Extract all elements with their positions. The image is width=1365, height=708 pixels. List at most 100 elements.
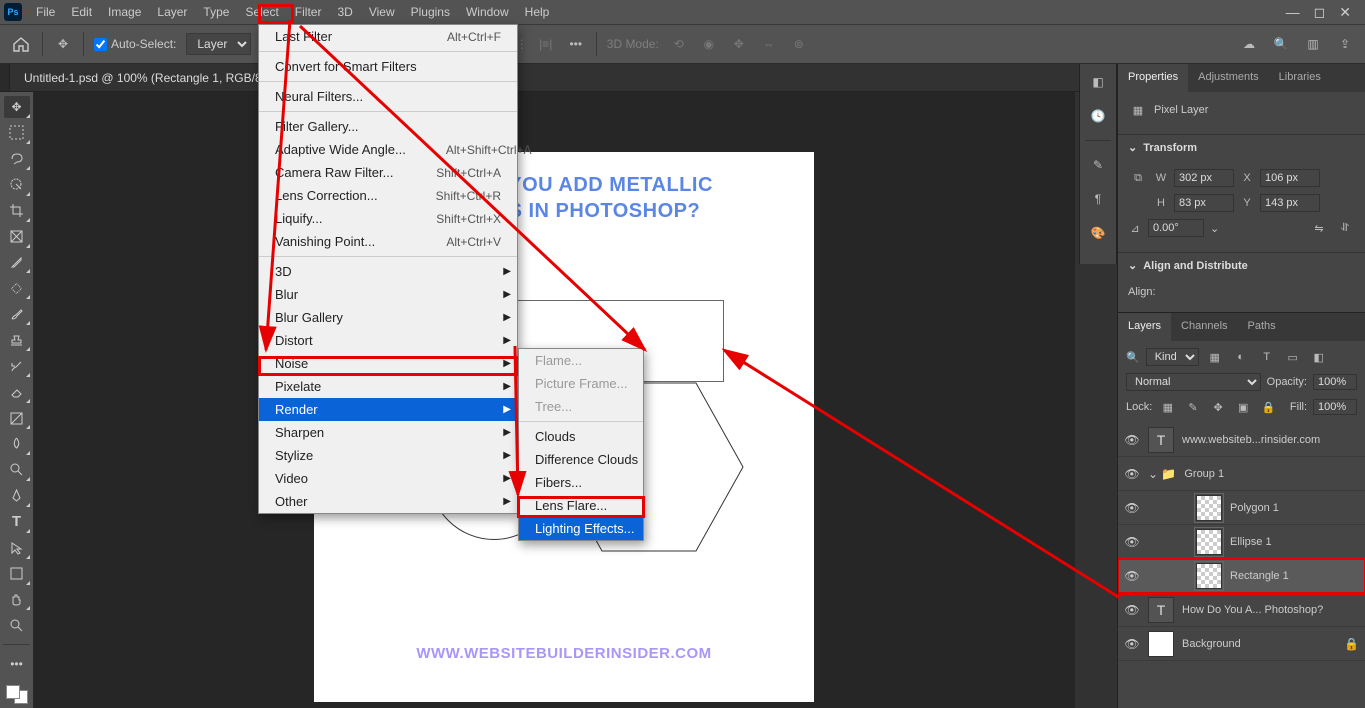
visibility-icon[interactable]: 👁 xyxy=(1124,501,1140,515)
filter-last[interactable]: Last FilterAlt+Ctrl+F xyxy=(259,25,517,48)
filter-adaptive-wide-angle-[interactable]: Adaptive Wide Angle...Alt+Shift+Ctrl+A xyxy=(259,138,517,161)
filter-blur-gallery[interactable]: Blur Gallery▶ xyxy=(259,306,517,329)
lock-paint-icon[interactable]: ✎ xyxy=(1183,397,1202,417)
dodge-tool[interactable] xyxy=(4,459,30,481)
layer-row[interactable]: 👁Polygon 1 xyxy=(1118,491,1365,525)
x-input[interactable] xyxy=(1260,169,1320,187)
crop-tool[interactable] xyxy=(4,200,30,222)
tab-libraries[interactable]: Libraries xyxy=(1269,64,1331,92)
share-icon[interactable]: ⇪ xyxy=(1335,34,1355,54)
filter-camera-raw-filter-[interactable]: Camera Raw Filter...Shift+Ctrl+A xyxy=(259,161,517,184)
color-swatch[interactable] xyxy=(6,685,28,704)
auto-select-checkbox[interactable]: Auto-Select: xyxy=(94,37,176,51)
menu-edit[interactable]: Edit xyxy=(63,1,100,23)
color-panel-icon[interactable]: ◧ xyxy=(1088,72,1108,92)
filter-vanishing-point-[interactable]: Vanishing Point...Alt+Ctrl+V xyxy=(259,230,517,253)
filter-filter-gallery-[interactable]: Filter Gallery... xyxy=(259,115,517,138)
tab-paths[interactable]: Paths xyxy=(1238,313,1286,341)
maximize-icon[interactable]: ◻ xyxy=(1314,4,1326,21)
blur-tool[interactable] xyxy=(4,433,30,455)
filter-adj-icon[interactable]: ◐ xyxy=(1231,347,1251,367)
align-section[interactable]: ⌄Align and Distribute xyxy=(1118,252,1365,278)
menu-image[interactable]: Image xyxy=(100,1,149,23)
tab-adjustments[interactable]: Adjustments xyxy=(1188,64,1269,92)
filter-pixel-icon[interactable]: ▦ xyxy=(1205,347,1225,367)
brush-tool[interactable] xyxy=(4,303,30,325)
y-input[interactable] xyxy=(1260,194,1320,212)
character-panel-icon[interactable]: ¶ xyxy=(1088,189,1108,209)
stamp-tool[interactable] xyxy=(4,329,30,351)
type-tool[interactable]: T xyxy=(4,511,30,533)
layer-row[interactable]: 👁THow Do You A... Photoshop? xyxy=(1118,593,1365,627)
filter-shape-icon[interactable]: ▭ xyxy=(1283,347,1303,367)
filter-lens-correction-[interactable]: Lens Correction...Shift+Ctrl+R xyxy=(259,184,517,207)
edit-toolbar[interactable]: ••• xyxy=(4,653,30,675)
filter-render[interactable]: Render▶ xyxy=(259,398,517,421)
close-icon[interactable]: ✕ xyxy=(1339,4,1351,21)
transform-section[interactable]: ⌄Transform xyxy=(1118,134,1365,160)
visibility-icon[interactable]: 👁 xyxy=(1124,569,1140,583)
eraser-tool[interactable] xyxy=(4,381,30,403)
menu-view[interactable]: View xyxy=(361,1,403,23)
search-icon[interactable]: 🔍 xyxy=(1271,34,1291,54)
cloud-user-icon[interactable]: ☁ xyxy=(1239,34,1259,54)
opacity-input[interactable] xyxy=(1313,374,1357,390)
visibility-icon[interactable]: 👁 xyxy=(1124,603,1140,617)
filter-distort[interactable]: Distort▶ xyxy=(259,329,517,352)
document-tab[interactable]: Untitled-1.psd @ 100% (Rectangle 1, RGB/… xyxy=(10,65,288,91)
menu-plugins[interactable]: Plugins xyxy=(403,1,458,23)
filter-type-icon[interactable]: T xyxy=(1257,347,1277,367)
path-select-tool[interactable] xyxy=(4,537,30,559)
lock-pos-icon[interactable]: ✥ xyxy=(1209,397,1228,417)
workspace-icon[interactable]: ▥ xyxy=(1303,34,1323,54)
visibility-icon[interactable]: 👁 xyxy=(1124,535,1140,549)
menu-help[interactable]: Help xyxy=(517,1,558,23)
layer-filter-kind[interactable]: Kind xyxy=(1146,348,1199,366)
filter-other[interactable]: Other▶ xyxy=(259,490,517,513)
tab-layers[interactable]: Layers xyxy=(1118,313,1171,341)
width-input[interactable] xyxy=(1174,169,1234,187)
history-brush-tool[interactable] xyxy=(4,355,30,377)
filter-stylize[interactable]: Stylize▶ xyxy=(259,444,517,467)
layer-row[interactable]: 👁⌄ 📁Group 1 xyxy=(1118,457,1365,491)
filter-convert-smart[interactable]: Convert for Smart Filters xyxy=(259,55,517,78)
visibility-icon[interactable]: 👁 xyxy=(1124,467,1140,481)
quick-select-tool[interactable] xyxy=(4,174,30,196)
marquee-tool[interactable] xyxy=(4,122,30,144)
filter-video[interactable]: Video▶ xyxy=(259,467,517,490)
filter-3d[interactable]: 3D▶ xyxy=(259,260,517,283)
flip-h-icon[interactable]: ⇋ xyxy=(1309,218,1329,238)
tab-properties[interactable]: Properties xyxy=(1118,64,1188,92)
menu-window[interactable]: Window xyxy=(458,1,517,23)
blend-mode-select[interactable]: Normal xyxy=(1126,373,1261,391)
eyedropper-tool[interactable] xyxy=(4,252,30,274)
height-input[interactable] xyxy=(1174,194,1234,212)
home-icon[interactable] xyxy=(10,34,32,54)
lock-trans-icon[interactable]: ▦ xyxy=(1158,397,1177,417)
filter-sharpen[interactable]: Sharpen▶ xyxy=(259,421,517,444)
more-icon[interactable]: ••• xyxy=(566,34,586,54)
render-lighting-effects[interactable]: Lighting Effects... xyxy=(519,517,643,540)
lasso-tool[interactable] xyxy=(4,148,30,170)
hand-tool[interactable] xyxy=(4,589,30,611)
angle-input[interactable] xyxy=(1148,219,1204,237)
layer-row[interactable]: 👁Twww.websiteb...rinsider.com xyxy=(1118,423,1365,457)
layer-row[interactable]: 👁Background🔒 xyxy=(1118,627,1365,661)
lock-all-icon[interactable]: 🔒 xyxy=(1259,397,1278,417)
layer-row[interactable]: 👁Ellipse 1 xyxy=(1118,525,1365,559)
fill-input[interactable] xyxy=(1313,399,1357,415)
history-panel-icon[interactable]: 🕓 xyxy=(1088,106,1108,126)
shape-tool[interactable] xyxy=(4,563,30,585)
visibility-icon[interactable]: 👁 xyxy=(1124,433,1140,447)
zoom-tool[interactable] xyxy=(4,614,30,636)
filter-smart-icon[interactable]: ◧ xyxy=(1309,347,1329,367)
filter-blur[interactable]: Blur▶ xyxy=(259,283,517,306)
render-fibers-[interactable]: Fibers... xyxy=(519,471,643,494)
frame-tool[interactable] xyxy=(4,226,30,248)
tab-channels[interactable]: Channels xyxy=(1171,313,1237,341)
minimize-icon[interactable]: — xyxy=(1286,4,1300,21)
filter-pixelate[interactable]: Pixelate▶ xyxy=(259,375,517,398)
move-tool[interactable]: ✥ xyxy=(4,96,30,118)
layer-row[interactable]: 👁Rectangle 1 xyxy=(1118,559,1365,593)
link-wh-icon[interactable]: ⧉ xyxy=(1128,168,1148,188)
